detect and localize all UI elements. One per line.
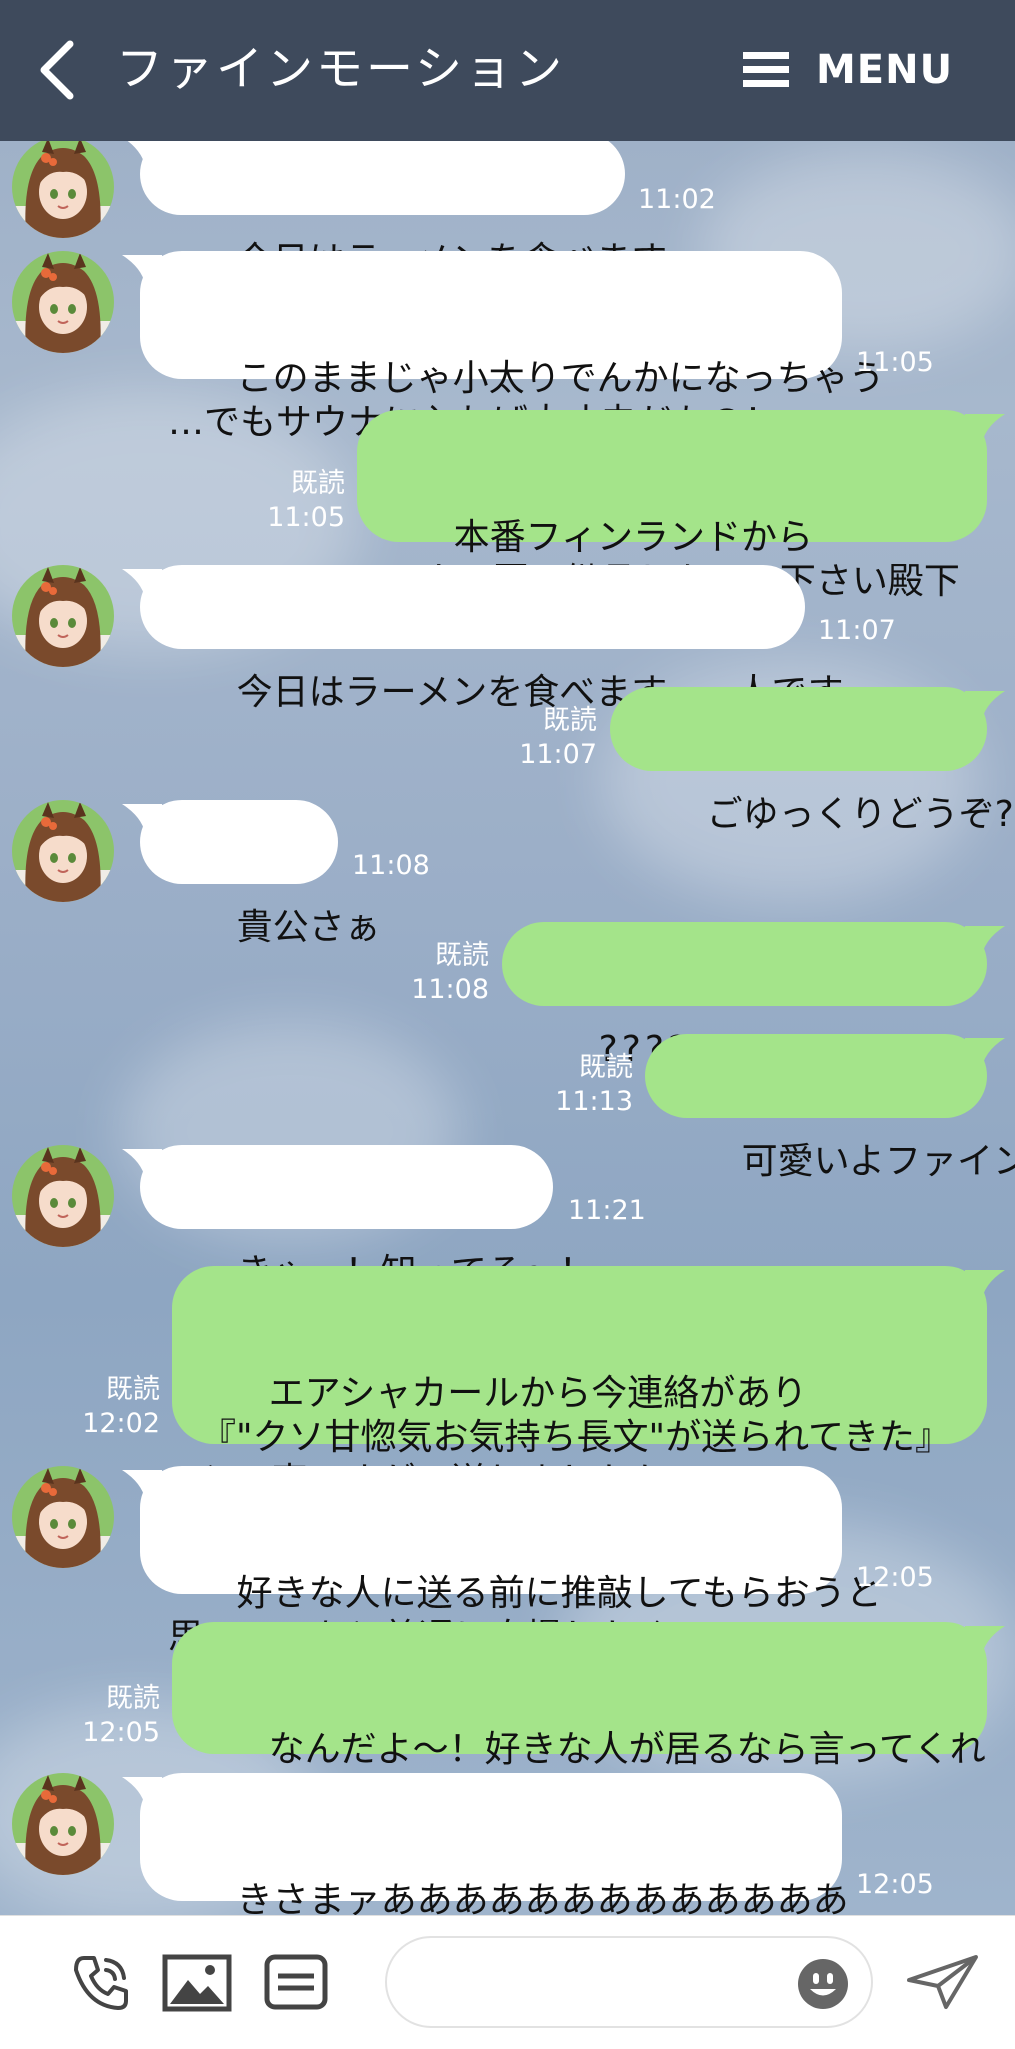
message-time: 11:05 [267, 502, 345, 533]
message-row: 既読 11:05 本番フィンランドから サウナ因子継承しないで下さい殿下 [0, 410, 1015, 602]
message-row: このままじゃ小太りでんかになっちゃう …でもサウナに入れば大丈夫だもの！ 11:… [0, 251, 1015, 443]
read-receipt: 既読 [106, 1374, 160, 1405]
message-row: 既読 11:07 ごゆっくりどうぞ? [0, 687, 1015, 835]
message-time: 11:08 [411, 974, 489, 1005]
message-text: きさまァあああああああああああああ あぁぁああああああ！！！！！！！！ [236, 1880, 849, 1915]
phone-icon[interactable] [70, 1952, 132, 2014]
message-bubble[interactable]: 本番フィンランドから サウナ因子継承しないで下さい殿下 [357, 410, 1005, 602]
message-list[interactable]: 今日はラーメンを食べます 11:02 このままじゃ小太りでんかになっちゃう …で… [0, 141, 1015, 1915]
message-bubble[interactable]: ごゆっくりどうぞ? [610, 687, 1014, 835]
message-bubble[interactable]: 好きな人に送る前に推敲してもらおうと 思って…あと普通に自慢したくって… [122, 1466, 882, 1658]
read-receipt: 既読 [291, 468, 345, 499]
emoji-icon[interactable] [797, 1958, 849, 2010]
send-icon[interactable] [906, 1954, 980, 2010]
message-time: 12:05 [82, 1717, 160, 1748]
message-time: 11:05 [856, 347, 934, 378]
message-bubble[interactable]: 貴公さぁ [122, 800, 381, 948]
message-row: 既読 11:08 ???????????? [0, 922, 1015, 1070]
message-time: 12:05 [856, 1869, 934, 1900]
message-row: 貴公さぁ 11:08 [0, 800, 1015, 948]
avatar[interactable] [12, 565, 114, 667]
keyboard-icon[interactable] [264, 1954, 328, 2010]
avatar[interactable] [12, 1145, 114, 1247]
message-bubble[interactable]: 今日はラーメンを食べます。一人です [122, 565, 844, 713]
message-time: 11:07 [818, 615, 896, 646]
message-meta: 既読 12:05 [82, 1682, 160, 1750]
avatar[interactable] [12, 251, 114, 353]
message-row: きさまァあああああああああああああ あぁぁああああああ！！！！！！！！ 12:0… [0, 1773, 1015, 1915]
message-meta: 既読 12:02 [82, 1373, 160, 1441]
read-receipt: 既読 [543, 705, 597, 736]
message-row: 今日はラーメンを食べます。一人です 11:07 [0, 565, 1015, 713]
message-meta: 既読 11:08 [411, 939, 489, 1007]
message-composer [0, 1915, 1015, 2049]
back-arrow-icon[interactable] [36, 40, 80, 100]
message-time: 11:02 [638, 184, 716, 215]
avatar[interactable] [12, 141, 114, 238]
message-time: 11:07 [519, 739, 597, 770]
message-bubble[interactable]: きさまァあああああああああああああ あぁぁああああああ！！！！！！！！ [122, 1773, 849, 1915]
message-bubble[interactable]: 可愛いよファイン [645, 1034, 1015, 1182]
message-meta: 既読 11:07 [519, 704, 597, 772]
read-receipt: 既読 [579, 1052, 633, 1083]
message-time: 12:02 [82, 1408, 160, 1439]
message-bubble[interactable]: このままじゃ小太りでんかになっちゃう …でもサウナに入れば大丈夫だもの！ [122, 251, 885, 443]
message-row: 今日はラーメンを食べます 11:02 [0, 141, 1015, 281]
message-time: 11:21 [568, 1195, 646, 1226]
message-row: 好きな人に送る前に推敲してもらおうと 思って…あと普通に自慢したくって… 12:… [0, 1466, 1015, 1658]
image-icon[interactable] [162, 1954, 232, 2012]
message-row: 既読 11:13 可愛いよファイン [0, 1034, 1015, 1182]
hamburger-menu-icon[interactable] [743, 50, 789, 90]
message-bubble[interactable]: なんだよ〜！好きな人が居るなら言ってくれ よ！！俺もその恋応援するよ！！ [172, 1622, 1005, 1814]
message-input[interactable] [385, 1936, 873, 2028]
message-bubble[interactable]: エアシャカールから今連絡があり 『"クソ甘惚気お気持ち長文"が送られてきた』 と… [172, 1266, 1005, 1502]
avatar[interactable] [12, 1773, 114, 1875]
message-time: 12:05 [856, 1562, 934, 1593]
message-bubble[interactable]: ???????????? [502, 922, 1005, 1070]
message-row: きゃー！知ってる〜！ 11:21 [0, 1145, 1015, 1293]
message-row: 既読 12:02 エアシャカールから今連絡があり 『"クソ甘惚気お気持ち長文"が… [0, 1266, 1015, 1502]
menu-button[interactable]: MENU [816, 44, 953, 96]
message-time: 11:08 [352, 850, 430, 881]
message-time: 11:13 [555, 1086, 633, 1117]
message-meta: 既読 11:05 [267, 467, 345, 535]
message-meta: 既読 11:13 [555, 1051, 633, 1119]
avatar[interactable] [12, 800, 114, 902]
message-bubble[interactable]: きゃー！知ってる〜！ [122, 1145, 595, 1293]
message-row: 既読 12:05 なんだよ〜！好きな人が居るなら言ってくれ よ！！俺もその恋応援… [0, 1622, 1015, 1814]
message-bubble[interactable]: 今日はラーメンを食べます [127, 141, 667, 281]
chat-title: ファインモーション [116, 42, 566, 97]
chat-header: ファインモーション MENU [0, 0, 1015, 141]
read-receipt: 既読 [106, 1683, 160, 1714]
read-receipt: 既読 [435, 940, 489, 971]
avatar[interactable] [12, 1466, 114, 1568]
